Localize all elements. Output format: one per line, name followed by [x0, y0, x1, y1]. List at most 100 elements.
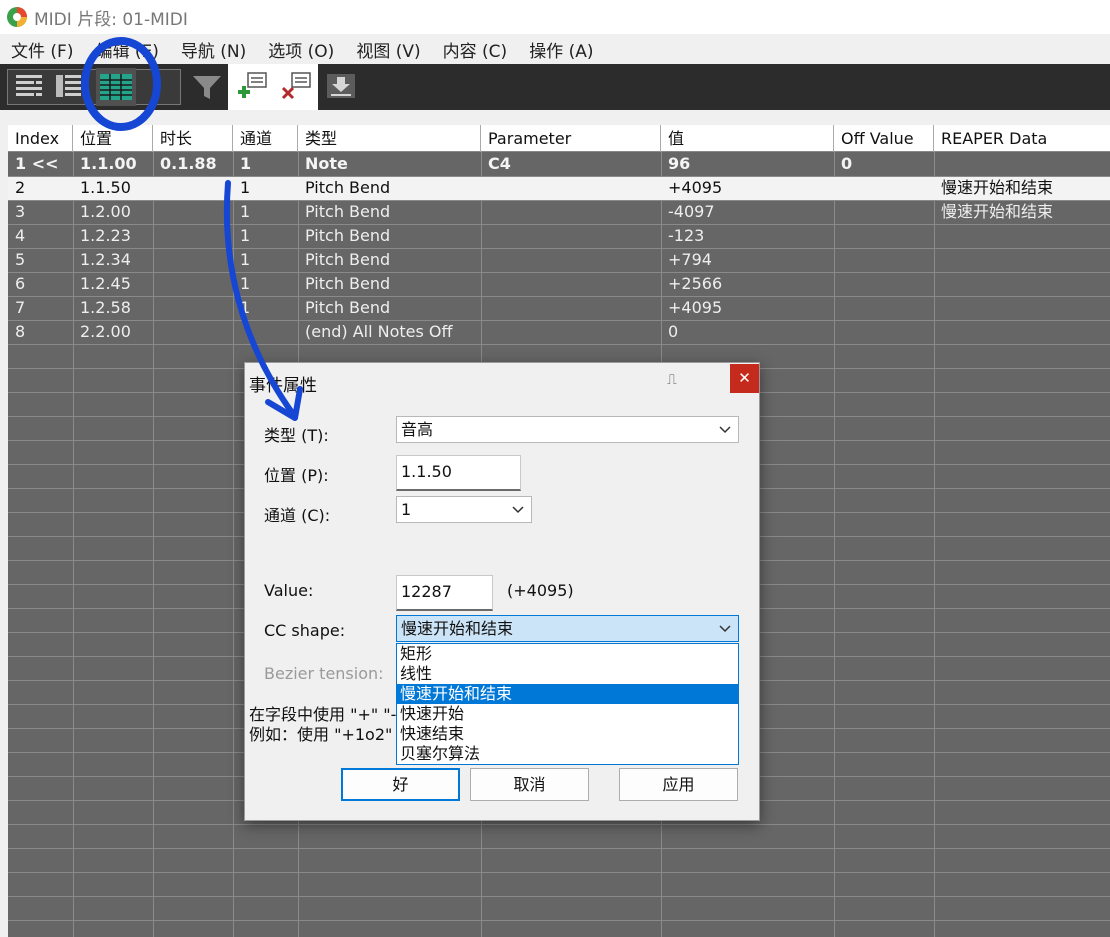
cell-position: 1.1.00 — [80, 154, 137, 173]
cell-off-value — [834, 248, 934, 272]
channel-label: 通道 (C): — [264, 506, 331, 525]
type-select-value: 音高 — [401, 420, 434, 439]
cell-parameter: C4 — [488, 154, 511, 173]
cell-channel: 1 — [240, 250, 251, 269]
cell-off-value — [834, 224, 934, 248]
cell-value: -4097 — [668, 202, 715, 221]
menu-edit[interactable]: 编辑 (E) — [84, 37, 169, 62]
menu-view[interactable]: 视图 (V) — [345, 37, 431, 62]
value-hint: (+4095) — [507, 581, 574, 600]
cell-channel: 1 — [240, 202, 251, 221]
cell-channel: 1 — [240, 226, 251, 245]
column-header-index[interactable]: Index — [8, 125, 73, 152]
menu-contents[interactable]: 内容 (C) — [432, 37, 519, 62]
cell-position: 1.2.34 — [80, 250, 131, 269]
table-row[interactable]: 6 1.2.45 1 Pitch Bend +2566 — [8, 272, 1110, 296]
piano-roll-view-icon[interactable] — [12, 70, 46, 104]
cell-parameter — [481, 224, 661, 248]
position-label: 位置 (P): — [264, 466, 329, 485]
event-properties-dialog: 事件属性 ⎍ ✕ 类型 (T): 音高 位置 (P): 1.1.50 通道 (C… — [244, 362, 760, 821]
cell-off-value — [834, 296, 934, 320]
column-header-reaper-data[interactable]: REAPER Data — [934, 125, 1110, 152]
cell-index: 2 — [15, 178, 26, 197]
chevron-down-icon — [512, 506, 524, 514]
table-row[interactable]: 8 2.2.00 (end) All Notes Off 0 — [8, 320, 1110, 344]
cell-off-value: 0 — [841, 154, 853, 173]
cell-length — [153, 248, 233, 272]
cell-value: 0 — [668, 322, 679, 341]
event-list-view-icon[interactable] — [96, 68, 136, 106]
cell-type: Pitch Bend — [305, 202, 391, 221]
delete-event-icon[interactable] — [280, 70, 314, 104]
table-row[interactable]: 7 1.2.58 1 Pitch Bend +4095 — [8, 296, 1110, 320]
cc-shape-option-bezier[interactable]: 贝塞尔算法 — [397, 744, 738, 764]
column-header-type[interactable]: 类型 — [298, 125, 481, 152]
menu-options[interactable]: 选项 (O) — [257, 37, 345, 62]
cell-type: Pitch Bend — [305, 178, 391, 197]
cell-parameter — [481, 200, 661, 224]
grid-line — [8, 224, 1110, 225]
table-row[interactable]: 4 1.2.23 1 Pitch Bend -123 — [8, 224, 1110, 248]
cancel-button[interactable]: 取消 — [470, 768, 589, 801]
cell-length — [153, 200, 233, 224]
column-header-channel[interactable]: 通道 — [233, 125, 298, 152]
cell-channel: 1 — [240, 298, 251, 317]
cell-reaper-data — [934, 272, 1110, 296]
close-button[interactable]: ✕ — [730, 364, 759, 393]
cell-parameter — [481, 272, 661, 296]
type-label: 类型 (T): — [264, 426, 329, 445]
column-header-off-value[interactable]: Off Value — [834, 125, 934, 152]
menu-bar: 文件 (F) 编辑 (E) 导航 (N) 选项 (O) 视图 (V) 内容 (C… — [0, 34, 1110, 64]
menu-file[interactable]: 文件 (F) — [0, 37, 84, 62]
column-header-parameter[interactable]: Parameter — [481, 125, 661, 152]
grid-line — [8, 896, 1110, 897]
grid-line — [8, 344, 1110, 345]
grid-line — [8, 296, 1110, 297]
position-input[interactable]: 1.1.50 — [396, 455, 521, 491]
add-event-icon[interactable] — [236, 70, 270, 104]
cc-shape-option-fast-end[interactable]: 快速结束 — [397, 724, 738, 744]
insert-event-icon[interactable] — [324, 70, 358, 104]
table-row[interactable]: 5 1.2.34 1 Pitch Bend +794 — [8, 248, 1110, 272]
cell-reaper-data — [934, 224, 1110, 248]
filter-icon[interactable] — [190, 70, 224, 104]
cell-off-value — [834, 176, 934, 200]
event-list-header: Index 位置 时长 通道 类型 Parameter 值 Off Value … — [8, 125, 1110, 152]
cc-shape-option-linear[interactable]: 线性 — [397, 664, 738, 684]
grid-line — [8, 176, 1110, 177]
pin-icon[interactable]: ⎍ — [667, 372, 677, 388]
table-row[interactable]: 2 1.1.50 1 Pitch Bend +4095 慢速开始和结束 — [8, 176, 1110, 200]
value-input[interactable]: 12287 — [396, 575, 493, 611]
cell-value: 96 — [668, 154, 691, 173]
type-select[interactable]: 音高 — [396, 416, 739, 443]
column-header-position[interactable]: 位置 — [73, 125, 153, 152]
cell-position: 1.1.50 — [80, 178, 131, 197]
cc-shape-option-fast-start[interactable]: 快速开始 — [397, 704, 738, 724]
column-header-value[interactable]: 值 — [661, 125, 834, 152]
apply-button[interactable]: 应用 — [619, 768, 738, 801]
cell-value: +4095 — [668, 298, 723, 317]
cell-value: +2566 — [668, 274, 723, 293]
cell-type: Pitch Bend — [305, 250, 391, 269]
cell-type: (end) All Notes Off — [305, 322, 453, 341]
cc-shape-option-square[interactable]: 矩形 — [397, 644, 738, 664]
column-header-length[interactable]: 时长 — [153, 125, 233, 152]
grid-line — [8, 920, 1110, 921]
table-row[interactable]: 1 << 1.1.00 0.1.88 1 Note C4 96 0 — [8, 152, 1110, 176]
named-notes-view-icon[interactable] — [52, 70, 86, 104]
cell-off-value — [834, 272, 934, 296]
table-row[interactable]: 3 1.2.00 1 Pitch Bend -4097 慢速开始和结束 — [8, 200, 1110, 224]
cc-shape-dropdown: 矩形 线性 慢速开始和结束 快速开始 快速结束 贝塞尔算法 — [396, 643, 739, 765]
menu-actions[interactable]: 操作 (A) — [518, 37, 604, 62]
cell-off-value — [834, 320, 934, 344]
cell-length — [153, 176, 233, 200]
channel-select[interactable]: 1 — [396, 496, 532, 523]
cc-shape-option-slow-start-end[interactable]: 慢速开始和结束 — [397, 684, 738, 704]
cell-position: 1.2.58 — [80, 298, 131, 317]
grid-line — [8, 872, 1110, 873]
cell-value: -123 — [668, 226, 705, 245]
cc-shape-select[interactable]: 慢速开始和结束 — [396, 615, 739, 642]
bezier-tension-label: Bezier tension: — [264, 664, 384, 683]
ok-button[interactable]: 好 — [341, 768, 460, 801]
menu-navigate[interactable]: 导航 (N) — [170, 37, 257, 62]
